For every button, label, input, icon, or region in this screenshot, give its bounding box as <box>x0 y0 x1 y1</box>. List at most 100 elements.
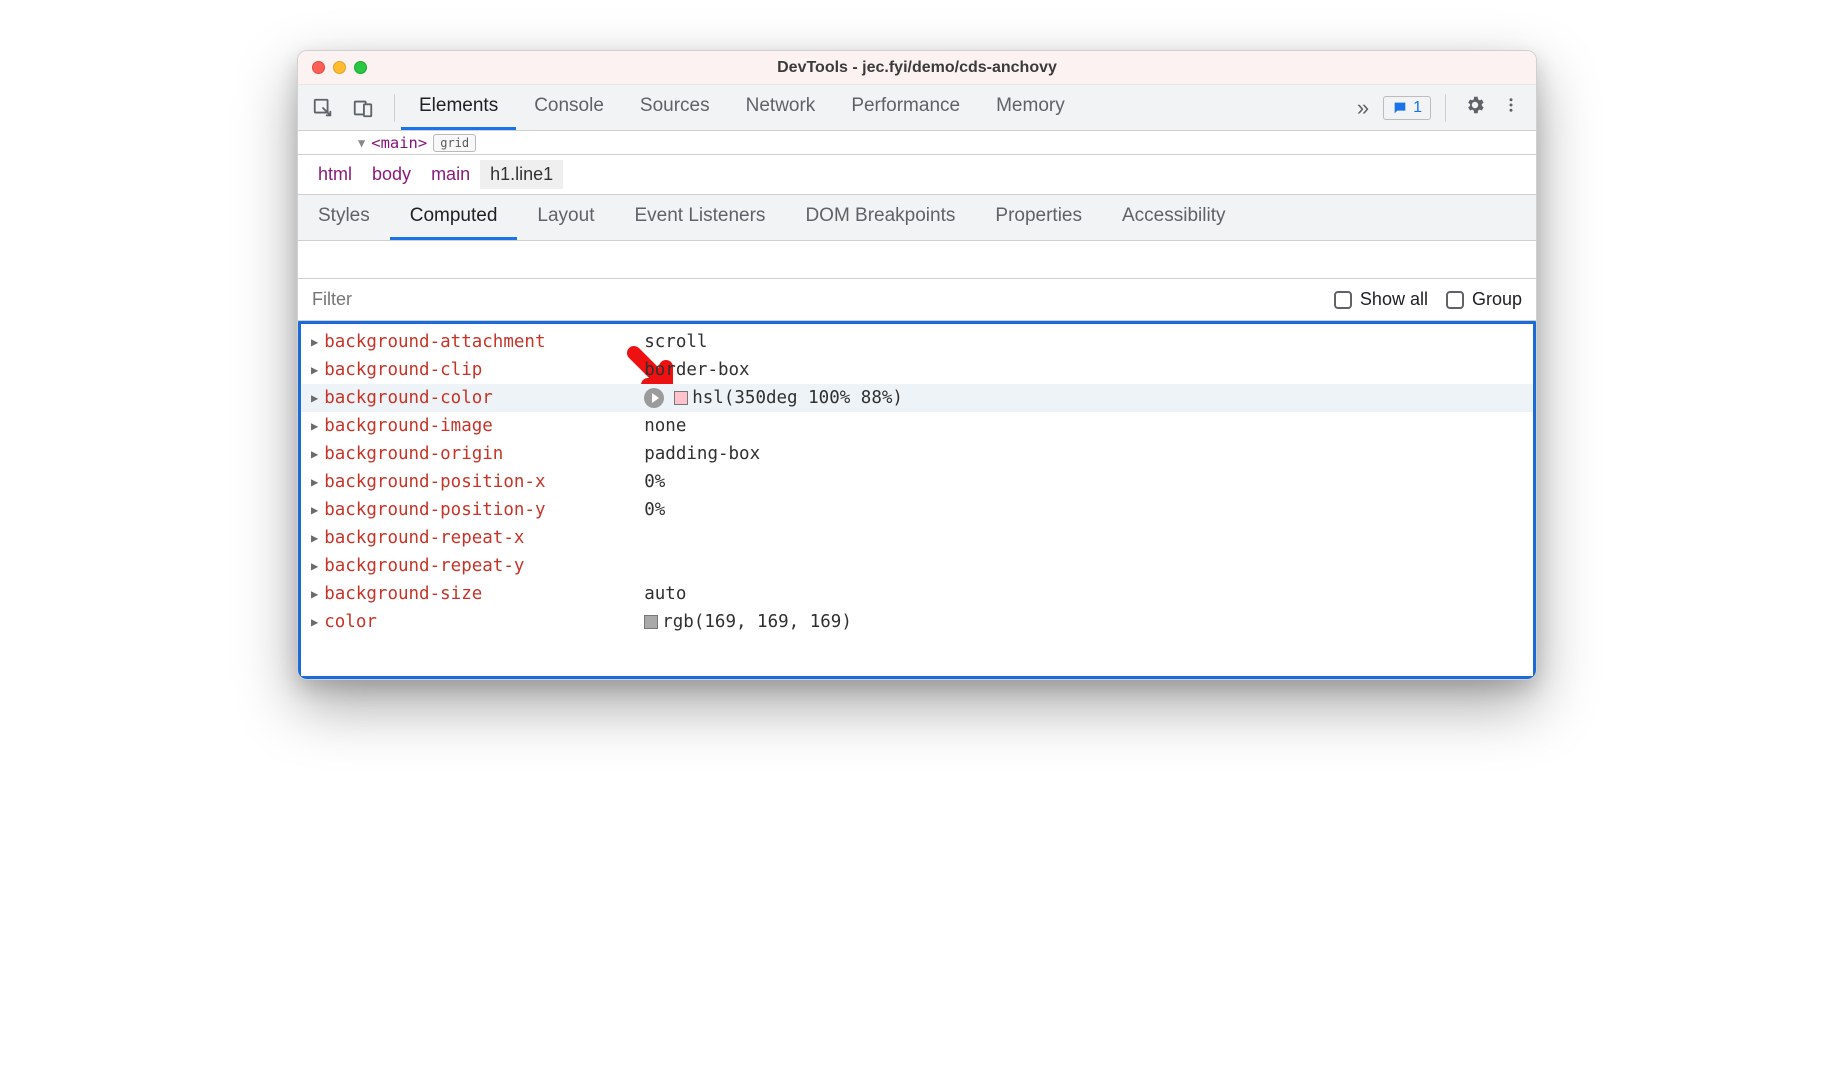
computed-property-row[interactable]: ▶colorrgb(169, 169, 169) <box>301 608 1533 636</box>
property-name: background-repeat-x <box>324 528 644 548</box>
property-value-text: rgb(169, 169, 169) <box>662 612 852 632</box>
dom-tree-row[interactable]: ▼ <main> grid <box>298 131 1536 155</box>
subtab-properties[interactable]: Properties <box>975 195 1102 240</box>
property-value-text: 0% <box>644 500 665 520</box>
property-value: 0% <box>644 500 665 520</box>
main-tabs: Elements Console Sources Network Perform… <box>401 85 1339 130</box>
minimize-icon[interactable] <box>333 61 346 74</box>
property-name: background-color <box>324 388 644 408</box>
subtab-styles[interactable]: Styles <box>298 195 390 240</box>
property-name: background-position-x <box>324 472 644 492</box>
expand-icon[interactable]: ▶ <box>311 447 318 461</box>
property-value: scroll <box>644 332 707 352</box>
titlebar: DevTools - jec.fyi/demo/cds-anchovy <box>298 51 1536 85</box>
property-value: padding-box <box>644 444 760 464</box>
toolbar-divider <box>1445 94 1446 122</box>
filter-row: Show all Group <box>298 279 1536 321</box>
checkbox-icon <box>1334 291 1352 309</box>
breadcrumb-item[interactable]: body <box>362 160 421 189</box>
expand-icon[interactable]: ▶ <box>311 615 318 629</box>
property-value: border-box <box>644 360 749 380</box>
computed-properties-panel[interactable]: ▶background-attachmentscroll▶background-… <box>298 321 1536 679</box>
breadcrumb-item[interactable]: main <box>421 160 480 189</box>
expand-icon[interactable]: ▶ <box>311 559 318 573</box>
window-title: DevTools - jec.fyi/demo/cds-anchovy <box>298 59 1536 77</box>
expand-icon[interactable]: ▶ <box>311 531 318 545</box>
inspect-icon[interactable] <box>310 95 336 121</box>
box-model-collapsed <box>298 241 1536 279</box>
expand-icon[interactable]: ▶ <box>311 335 318 349</box>
expand-icon[interactable]: ▶ <box>311 475 318 489</box>
computed-property-row[interactable]: ▶ background-attachmentscroll <box>301 328 1533 356</box>
tab-console[interactable]: Console <box>516 85 622 130</box>
property-value-text: padding-box <box>644 444 760 464</box>
expand-icon[interactable]: ▶ <box>311 503 318 517</box>
main-toolbar: Elements Console Sources Network Perform… <box>298 85 1536 131</box>
show-all-checkbox[interactable]: Show all <box>1334 289 1428 310</box>
tab-sources[interactable]: Sources <box>622 85 728 130</box>
computed-property-row[interactable]: ▶ background-imagenone <box>301 412 1533 440</box>
property-value: none <box>644 416 686 436</box>
grid-badge[interactable]: grid <box>433 134 476 152</box>
property-value: rgb(169, 169, 169) <box>644 612 852 632</box>
subtab-dom-breakpoints[interactable]: DOM Breakpoints <box>785 195 975 240</box>
color-swatch-icon[interactable] <box>674 391 688 405</box>
toolbar-divider <box>394 94 395 122</box>
computed-property-row[interactable]: ▶ background-position-y0% <box>301 496 1533 524</box>
tab-elements[interactable]: Elements <box>401 85 516 130</box>
property-name: background-attachment <box>324 332 644 352</box>
traffic-lights <box>298 61 367 74</box>
group-checkbox[interactable]: Group <box>1446 289 1522 310</box>
kebab-icon[interactable] <box>1498 94 1524 122</box>
computed-properties-wrapper: ▶background-attachmentscroll▶background-… <box>298 321 1536 679</box>
subtab-layout[interactable]: Layout <box>517 195 614 240</box>
show-all-label: Show all <box>1360 289 1428 310</box>
sidebar-tabs: Styles Computed Layout Event Listeners D… <box>298 195 1536 241</box>
close-icon[interactable] <box>312 61 325 74</box>
property-name: background-position-y <box>324 500 644 520</box>
tab-memory[interactable]: Memory <box>978 85 1083 130</box>
issues-badge[interactable]: 1 <box>1383 96 1431 120</box>
computed-property-row[interactable]: ▶ background-color hsl(350deg 100% 88%) <box>301 384 1533 412</box>
property-value-text: none <box>644 416 686 436</box>
property-name: background-image <box>324 416 644 436</box>
issues-count: 1 <box>1413 99 1422 117</box>
property-name: background-size <box>324 584 644 604</box>
computed-property-row[interactable]: ▶ background-repeat-y <box>301 552 1533 580</box>
property-value: 0% <box>644 472 665 492</box>
devtools-window: DevTools - jec.fyi/demo/cds-anchovy Elem… <box>297 50 1537 680</box>
computed-property-row[interactable]: ▶ background-sizeauto <box>301 580 1533 608</box>
subtab-accessibility[interactable]: Accessibility <box>1102 195 1245 240</box>
subtab-computed[interactable]: Computed <box>390 195 518 240</box>
property-value-text: auto <box>644 584 686 604</box>
computed-property-row[interactable]: ▶ background-position-x0% <box>301 468 1533 496</box>
breadcrumb: html body main h1.line1 <box>298 155 1536 195</box>
property-value-text: border-box <box>644 360 749 380</box>
zoom-icon[interactable] <box>354 61 367 74</box>
subtab-event-listeners[interactable]: Event Listeners <box>614 195 785 240</box>
property-value: auto <box>644 584 686 604</box>
color-swatch-icon[interactable] <box>644 615 658 629</box>
property-value-text: hsl(350deg 100% 88%) <box>692 388 903 408</box>
group-label: Group <box>1472 289 1522 310</box>
breadcrumb-item[interactable]: html <box>308 160 362 189</box>
expand-icon[interactable]: ▼ <box>358 136 365 150</box>
breadcrumb-item-active[interactable]: h1.line1 <box>480 160 563 189</box>
tab-network[interactable]: Network <box>728 85 834 130</box>
tab-performance[interactable]: Performance <box>833 85 978 130</box>
property-name: background-repeat-y <box>324 556 644 576</box>
expand-icon[interactable]: ▶ <box>311 587 318 601</box>
expand-icon[interactable]: ▶ <box>311 419 318 433</box>
device-toggle-icon[interactable] <box>350 95 376 121</box>
expand-icon[interactable]: ▶ <box>311 363 318 377</box>
computed-property-row[interactable]: ▶ background-repeat-x <box>301 524 1533 552</box>
more-tabs-icon[interactable]: » <box>1351 95 1375 121</box>
dom-tag: <main> <box>371 134 427 152</box>
goto-source-icon[interactable] <box>644 388 664 408</box>
expand-icon[interactable]: ▶ <box>311 391 318 405</box>
gear-icon[interactable] <box>1460 94 1490 122</box>
property-value-text: 0% <box>644 472 665 492</box>
computed-property-row[interactable]: ▶background-originpadding-box <box>301 440 1533 468</box>
filter-input[interactable] <box>312 289 1316 310</box>
computed-property-row[interactable]: ▶background-clipborder-box <box>301 356 1533 384</box>
